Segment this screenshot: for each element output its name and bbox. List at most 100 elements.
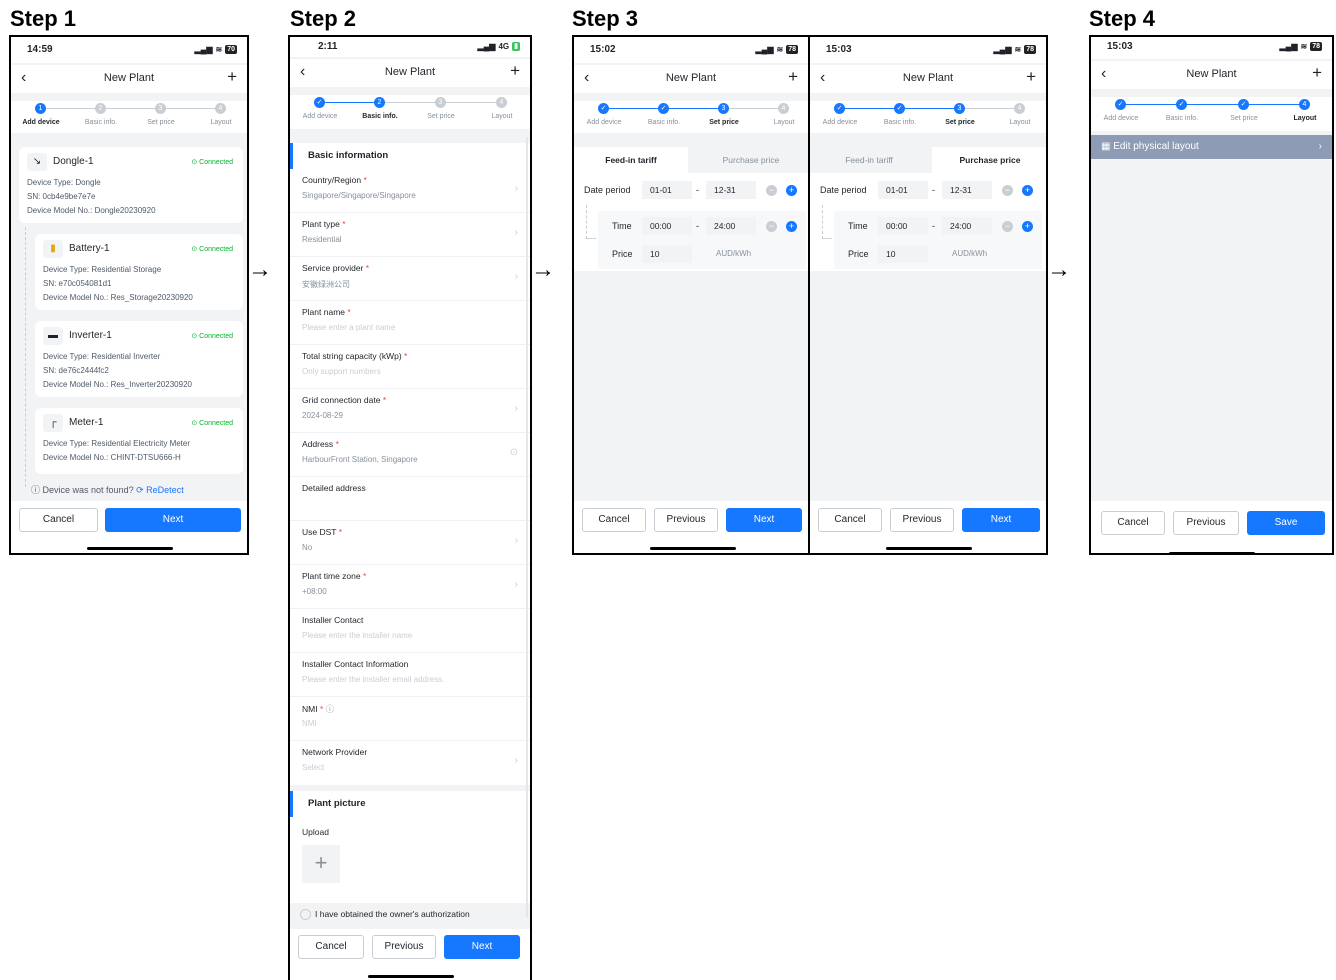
plus-icon[interactable]: + <box>227 67 237 87</box>
next-button[interactable]: Next <box>962 508 1040 532</box>
add-time-icon[interactable]: + <box>786 221 797 232</box>
tab-purchase-price[interactable]: Purchase price <box>932 147 1046 173</box>
network-label: 4G <box>498 42 510 51</box>
next-button[interactable]: Next <box>444 935 520 959</box>
device-card-battery[interactable]: ▮ Battery-1 ⊙ Connected Device Type: Res… <box>35 234 243 310</box>
date-from-input[interactable]: 01-01 <box>642 181 692 199</box>
field-plant-type[interactable]: Plant type * Residential › <box>290 213 530 257</box>
date-from-input[interactable]: 01-01 <box>878 181 928 199</box>
button-bar: Cancel Previous Next <box>574 501 808 553</box>
plus-icon[interactable]: + <box>510 61 520 81</box>
previous-button[interactable]: Previous <box>654 508 718 532</box>
authorization-text: I have obtained the owner's authorizatio… <box>315 909 470 919</box>
previous-button[interactable]: Previous <box>1173 511 1239 535</box>
cancel-button[interactable]: Cancel <box>298 935 364 959</box>
cancel-button[interactable]: Cancel <box>19 508 98 532</box>
field-use-dst[interactable]: Use DST * No › <box>290 521 530 565</box>
time-from-input[interactable]: 00:00 <box>642 217 692 235</box>
plus-icon[interactable]: + <box>1312 63 1322 83</box>
step-label-add-device: Add device <box>586 119 622 126</box>
scrollbar[interactable] <box>526 137 528 917</box>
previous-button[interactable]: Previous <box>372 935 436 959</box>
price-input[interactable]: 10 <box>642 245 692 263</box>
cancel-button[interactable]: Cancel <box>1101 511 1165 535</box>
authorization-row[interactable]: I have obtained the owner's authorizatio… <box>300 909 470 921</box>
step-label-set-price: Set price <box>945 119 975 126</box>
field-nmi[interactable]: NMI * ⓘ NMI <box>290 697 530 741</box>
tree-line <box>25 227 26 487</box>
stepper-line-done <box>320 102 380 103</box>
help-icon: ⓘ <box>325 704 335 714</box>
step-dot-1: ✓ <box>314 97 325 108</box>
cancel-button[interactable]: Cancel <box>818 508 882 532</box>
field-country-region[interactable]: Country/Region * Singapore/Singapore/Sing… <box>290 169 530 213</box>
field-plant-name[interactable]: Plant name * Please enter a plant name <box>290 301 530 345</box>
authorization-checkbox[interactable] <box>300 909 311 921</box>
edit-physical-layout-label: Edit physical layout <box>1113 141 1199 152</box>
device-model: Device Model No.: Res_Inverter20230920 <box>43 380 192 389</box>
chevron-right-icon: › <box>514 271 518 282</box>
time-row-bg <box>834 211 1042 269</box>
price-input[interactable]: 10 <box>878 245 928 263</box>
field-total-string-capacity[interactable]: Total string capacity (kWp) * Only suppor… <box>290 345 530 389</box>
refresh-icon[interactable]: ⟳ <box>136 485 144 495</box>
price-label: Price <box>612 249 633 259</box>
plus-icon[interactable]: + <box>788 67 798 87</box>
add-time-icon[interactable]: + <box>1022 221 1033 232</box>
time-to-input[interactable]: 24:00 <box>706 217 756 235</box>
add-date-icon[interactable]: + <box>786 185 797 196</box>
device-card-inverter[interactable]: ▬ Inverter-1 ⊙ Connected Device Type: Re… <box>35 321 243 397</box>
wifi-icon: ≋ <box>215 45 223 54</box>
status-bar: 15:03 ▂▄▆ ≋ 78 <box>810 37 1046 63</box>
nav-bar: ‹ New Plant + <box>290 59 530 87</box>
field-network-provider[interactable]: Network Provider Select › <box>290 741 530 785</box>
cancel-button[interactable]: Cancel <box>582 508 646 532</box>
redetect-link[interactable]: ReDetect <box>146 485 184 495</box>
page-title: New Plant <box>1186 68 1237 80</box>
home-indicator <box>1169 552 1255 553</box>
field-address[interactable]: Address * HarbourFront Station, Singapore… <box>290 433 530 477</box>
tab-feed-in-tariff[interactable]: Feed-in tariff <box>810 147 928 173</box>
remove-time-icon[interactable]: − <box>766 221 777 232</box>
location-pin-icon: ⊙ <box>509 447 518 458</box>
step-dot-1: ✓ <box>1115 99 1126 110</box>
step-dot-3: ✓ <box>1238 99 1249 110</box>
add-date-icon[interactable]: + <box>1022 185 1033 196</box>
field-plant-time-zone[interactable]: Plant time zone * +08:00 › <box>290 565 530 609</box>
plus-icon[interactable]: + <box>1026 67 1036 87</box>
device-card-meter[interactable]: ┌ Meter-1 ⊙ Connected Device Type: Resid… <box>35 408 243 474</box>
time-from-input[interactable]: 00:00 <box>878 217 928 235</box>
upload-button[interactable]: + <box>302 845 340 883</box>
arrow-3: → <box>1047 256 1071 283</box>
time-to-input[interactable]: 24:00 <box>942 217 992 235</box>
field-service-provider[interactable]: Service provider * 安徽绿洲公司 › <box>290 257 530 301</box>
date-to-input[interactable]: 12-31 <box>706 181 756 199</box>
field-installer-contact[interactable]: Installer Contact Please enter the instal… <box>290 609 530 653</box>
edit-physical-layout-row[interactable]: ▦ Edit physical layout › <box>1091 135 1332 159</box>
remove-date-icon[interactable]: − <box>1002 185 1013 196</box>
date-to-input[interactable]: 12-31 <box>942 181 992 199</box>
field-installer-contact-information[interactable]: Installer Contact Information Please ente… <box>290 653 530 697</box>
field-grid-connection-date[interactable]: Grid connection date * 2024-08-29 › <box>290 389 530 433</box>
tab-feed-in-tariff[interactable]: Feed-in tariff <box>574 147 688 173</box>
field-detailed-address[interactable]: Detailed address <box>290 477 530 521</box>
dongle-icon: ↘ <box>27 153 47 171</box>
status-bar: 15:02 ▂▄▆ ≋ 78 <box>574 37 808 63</box>
date-period-label: Date period <box>584 185 631 195</box>
save-button[interactable]: Save <box>1247 511 1325 535</box>
remove-date-icon[interactable]: − <box>766 185 777 196</box>
step-dot-1: ✓ <box>834 103 845 114</box>
upload-area: Upload + <box>290 817 530 903</box>
step-label-set-price: Set price <box>1230 115 1258 122</box>
next-button[interactable]: Next <box>726 508 802 532</box>
tab-purchase-price[interactable]: Purchase price <box>692 147 808 173</box>
previous-button[interactable]: Previous <box>890 508 954 532</box>
step2-phone: 2:11 ▂▄▆ 4G ▮ ‹ New Plant + ✓ 2 3 4 Add de… <box>288 35 532 980</box>
device-card-dongle[interactable]: ↘ Dongle-1 ⊙ Connected Device Type: Dong… <box>19 147 243 223</box>
stepper-line <box>724 108 784 109</box>
home-indicator <box>368 975 454 978</box>
device-sn: SN: de76c2444fc2 <box>43 366 109 375</box>
remove-time-icon[interactable]: − <box>1002 221 1013 232</box>
next-button[interactable]: Next <box>105 508 241 532</box>
status-bar: 15:03 ▂▄▆ ≋ 78 <box>1091 37 1332 59</box>
